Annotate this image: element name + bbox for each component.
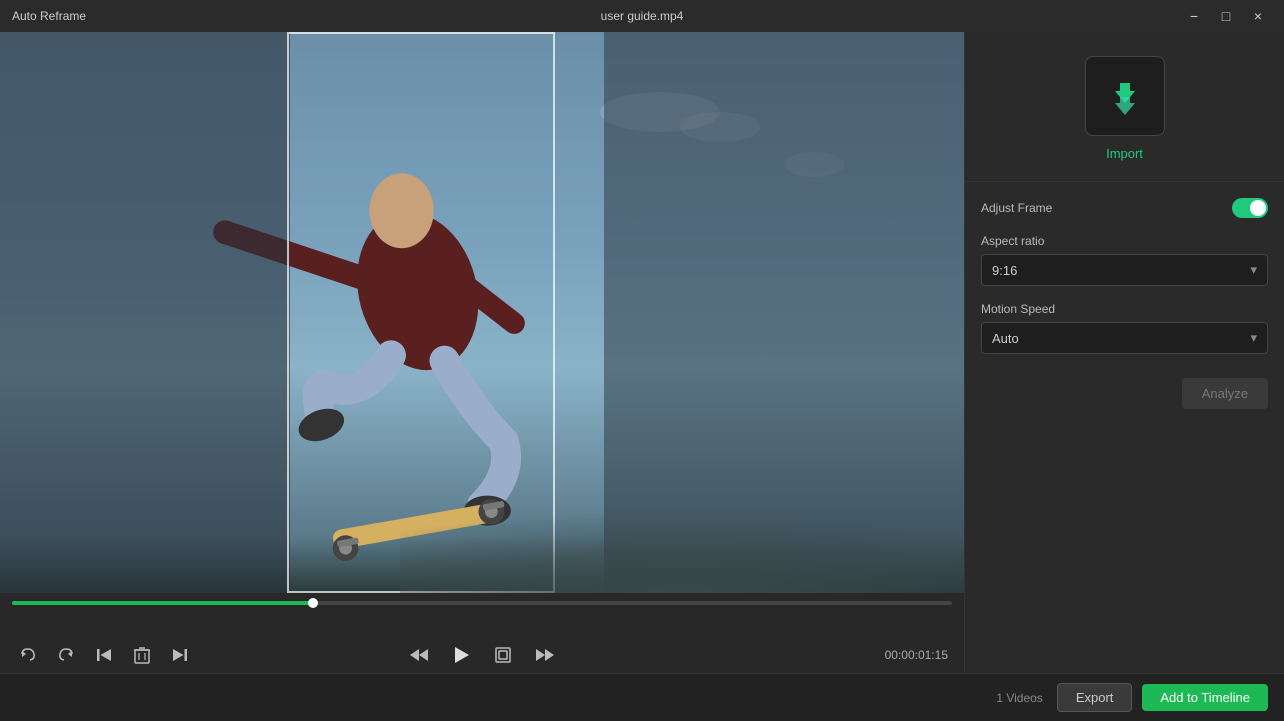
undo-button[interactable]: [16, 643, 40, 667]
motion-speed-chevron: ▾: [1250, 330, 1257, 346]
toggle-knob: [1250, 200, 1266, 216]
settings-section: Adjust Frame Aspect ratio 9:16 ▾: [965, 182, 1284, 673]
step-back-button[interactable]: [407, 643, 431, 667]
right-panel: Import Adjust Frame Aspect ratio 9:16: [964, 32, 1284, 673]
import-icon: [1100, 71, 1150, 121]
aspect-ratio-row: Aspect ratio 9:16 ▾: [981, 234, 1268, 286]
progress-area[interactable]: [0, 601, 964, 605]
motion-speed-row: Motion Speed Auto ▾: [981, 302, 1268, 354]
playback-controls: 00:00:01:15: [0, 643, 964, 667]
progress-track[interactable]: [12, 601, 952, 605]
skip-to-end-button[interactable]: [168, 643, 192, 667]
delete-button[interactable]: [130, 643, 154, 667]
adjust-frame-row: Adjust Frame: [981, 198, 1268, 218]
time-display: 00:00:01:15: [885, 648, 948, 662]
progress-thumb: [308, 598, 318, 608]
bottom-bar: 1 Videos Export Add to Timeline: [0, 673, 1284, 721]
main-content: 00:00:01:15 Import Adjust: [0, 32, 1284, 673]
adjust-frame-label: Adjust Frame: [981, 198, 1268, 218]
close-button[interactable]: ×: [1244, 6, 1272, 26]
adjust-frame-toggle[interactable]: [1232, 198, 1268, 218]
aspect-ratio-label: Aspect ratio: [981, 234, 1268, 248]
dark-overlay-right: [604, 32, 964, 593]
titlebar: Auto Reframe user guide.mp4 − □ ×: [0, 0, 1284, 32]
video-canvas: [0, 32, 964, 593]
import-label[interactable]: Import: [1106, 146, 1143, 161]
video-panel: 00:00:01:15: [0, 32, 964, 673]
aspect-ratio-chevron: ▾: [1250, 262, 1257, 278]
window-controls: − □ ×: [1180, 6, 1272, 26]
import-section: Import: [965, 32, 1284, 182]
dark-overlay-left: [0, 32, 290, 593]
maximize-button[interactable]: □: [1212, 6, 1240, 26]
import-icon-wrap[interactable]: [1085, 56, 1165, 136]
background-hill: [400, 513, 964, 593]
play-button[interactable]: [449, 643, 473, 667]
fit-button[interactable]: [491, 643, 515, 667]
skip-to-start-button[interactable]: [92, 643, 116, 667]
file-name: user guide.mp4: [601, 9, 684, 23]
motion-speed-select[interactable]: Auto ▾: [981, 322, 1268, 354]
controls-bar: 00:00:01:15: [0, 593, 964, 673]
center-controls: [407, 643, 557, 667]
aspect-ratio-select[interactable]: 9:16 ▾: [981, 254, 1268, 286]
export-button[interactable]: Export: [1057, 683, 1133, 712]
progress-fill: [12, 601, 313, 605]
add-to-timeline-button[interactable]: Add to Timeline: [1142, 684, 1268, 711]
motion-speed-label: Motion Speed: [981, 302, 1268, 316]
step-forward-button[interactable]: [533, 643, 557, 667]
video-display: [0, 32, 964, 593]
left-controls: [16, 643, 192, 667]
app-title: Auto Reframe: [12, 9, 86, 23]
analyze-button[interactable]: Analyze: [1182, 378, 1268, 409]
minimize-button[interactable]: −: [1180, 6, 1208, 26]
videos-count: 1 Videos: [996, 691, 1042, 705]
redo-button[interactable]: [54, 643, 78, 667]
